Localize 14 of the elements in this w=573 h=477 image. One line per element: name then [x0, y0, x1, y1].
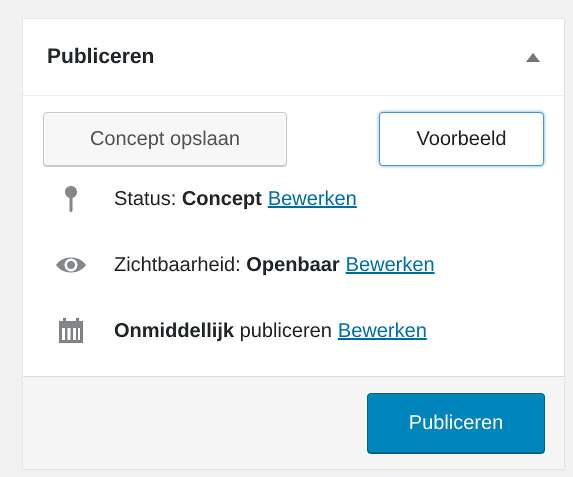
- calendar-icon: [58, 318, 84, 344]
- edit-link[interactable]: Bewerken: [346, 254, 435, 276]
- setting-text: Status: Concept: [114, 188, 262, 210]
- publish-button[interactable]: Publiceren: [367, 393, 545, 453]
- eye-icon: [55, 255, 87, 275]
- panel-title: Publiceren: [47, 45, 154, 69]
- edit-link[interactable]: Bewerken: [338, 320, 427, 342]
- edit-link[interactable]: Bewerken: [268, 188, 357, 210]
- setting-text: Zichtbaarheid: Openbaar: [114, 254, 340, 276]
- pin-icon: [64, 186, 78, 212]
- collapse-icon[interactable]: [526, 52, 540, 62]
- save-draft-button[interactable]: Concept opslaan: [43, 112, 287, 166]
- preview-button[interactable]: Voorbeeld: [379, 112, 544, 166]
- setting-text: Onmiddellijk publiceren: [114, 320, 332, 342]
